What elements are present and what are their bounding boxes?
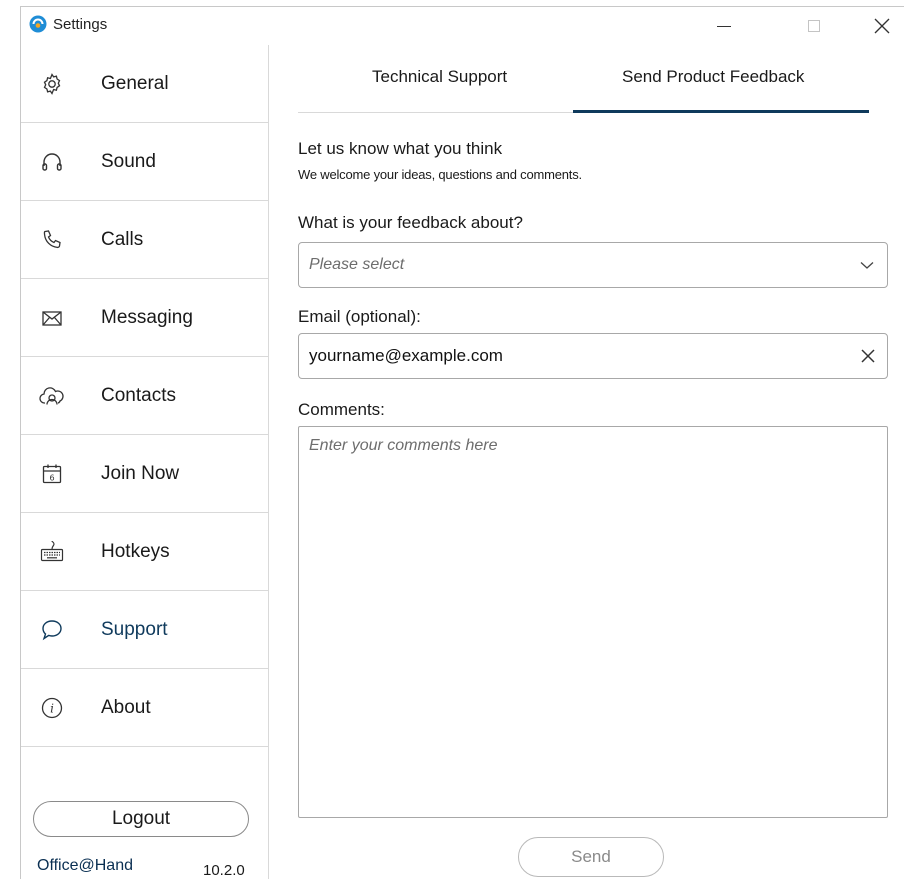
sidebar-item-sound[interactable]: Sound bbox=[21, 123, 268, 201]
sidebar-item-general[interactable]: General bbox=[21, 45, 268, 123]
email-field[interactable]: yourname@example.com bbox=[298, 333, 888, 379]
title-bar[interactable]: Settings bbox=[21, 7, 904, 45]
clear-email-button[interactable] bbox=[857, 345, 879, 367]
sidebar-item-hotkeys[interactable]: Hotkeys bbox=[21, 513, 268, 591]
info-icon: i bbox=[37, 693, 67, 723]
sidebar-item-label: Messaging bbox=[101, 306, 193, 328]
settings-sidebar: General Sound Calls Messaging Contacts 6… bbox=[21, 45, 269, 879]
version-number: 10.2.0 bbox=[203, 862, 245, 879]
logout-button[interactable]: Logout bbox=[33, 801, 249, 837]
minimize-button[interactable] bbox=[701, 11, 747, 41]
sidebar-item-label: Join Now bbox=[101, 462, 180, 484]
headphones-icon bbox=[37, 147, 67, 177]
send-button[interactable]: Send bbox=[518, 837, 664, 877]
close-button[interactable] bbox=[859, 11, 904, 41]
chevron-down-icon bbox=[860, 262, 874, 269]
comments-label: Comments: bbox=[298, 400, 385, 419]
chat-bubble-icon bbox=[37, 615, 67, 645]
select-placeholder: Please select bbox=[309, 256, 405, 273]
sidebar-item-messaging[interactable]: Messaging bbox=[21, 279, 268, 357]
support-tabs: Technical Support Send Product Feedback bbox=[298, 45, 869, 113]
sidebar-item-label: Hotkeys bbox=[101, 540, 170, 562]
sidebar-item-about[interactable]: i About bbox=[21, 669, 268, 747]
support-panel: Technical Support Send Product Feedback … bbox=[269, 45, 904, 879]
calendar-icon: 6 bbox=[37, 459, 67, 489]
feedback-topic-label: What is your feedback about? bbox=[298, 213, 523, 232]
maximize-button[interactable] bbox=[791, 11, 837, 41]
feedback-subheading: We welcome your ideas, questions and com… bbox=[298, 167, 582, 182]
tab-technical-support[interactable]: Technical Support bbox=[372, 67, 507, 87]
brand-name: Office@Hand bbox=[37, 857, 133, 874]
active-tab-indicator bbox=[573, 110, 869, 113]
svg-text:6: 6 bbox=[49, 473, 54, 482]
envelope-icon bbox=[37, 303, 67, 333]
sidebar-item-label: General bbox=[101, 72, 169, 94]
tab-send-product-feedback[interactable]: Send Product Feedback bbox=[622, 67, 804, 87]
app-logo-icon bbox=[29, 15, 47, 33]
comments-placeholder: Enter your comments here bbox=[309, 437, 498, 454]
contacts-cloud-icon bbox=[37, 381, 67, 411]
email-label: Email (optional): bbox=[298, 307, 421, 326]
feedback-heading: Let us know what you think bbox=[298, 139, 503, 158]
phone-icon bbox=[37, 225, 67, 255]
sidebar-item-label: Support bbox=[101, 618, 168, 640]
close-icon bbox=[874, 18, 890, 34]
comments-textarea[interactable]: Enter your comments here bbox=[298, 426, 888, 818]
sidebar-item-label: Calls bbox=[101, 228, 144, 250]
email-value[interactable]: yourname@example.com bbox=[309, 346, 503, 366]
sidebar-item-contacts[interactable]: Contacts bbox=[21, 357, 268, 435]
sidebar-item-calls[interactable]: Calls bbox=[21, 201, 268, 279]
close-icon bbox=[861, 349, 875, 363]
sidebar-item-support[interactable]: Support bbox=[21, 591, 268, 669]
feedback-topic-select[interactable]: Please select bbox=[298, 242, 888, 288]
sidebar-item-join-now[interactable]: 6 Join Now bbox=[21, 435, 268, 513]
sidebar-item-label: Sound bbox=[101, 150, 156, 172]
settings-window: Settings General Sound Calls Messaging C… bbox=[20, 6, 904, 879]
gear-icon bbox=[37, 69, 67, 99]
window-title: Settings bbox=[53, 16, 108, 33]
sidebar-item-label: Contacts bbox=[101, 384, 176, 406]
keyboard-icon bbox=[37, 537, 67, 567]
sidebar-item-label: About bbox=[101, 696, 151, 718]
maximize-icon bbox=[808, 20, 820, 32]
minimize-icon bbox=[717, 26, 731, 27]
svg-text:i: i bbox=[50, 701, 54, 715]
